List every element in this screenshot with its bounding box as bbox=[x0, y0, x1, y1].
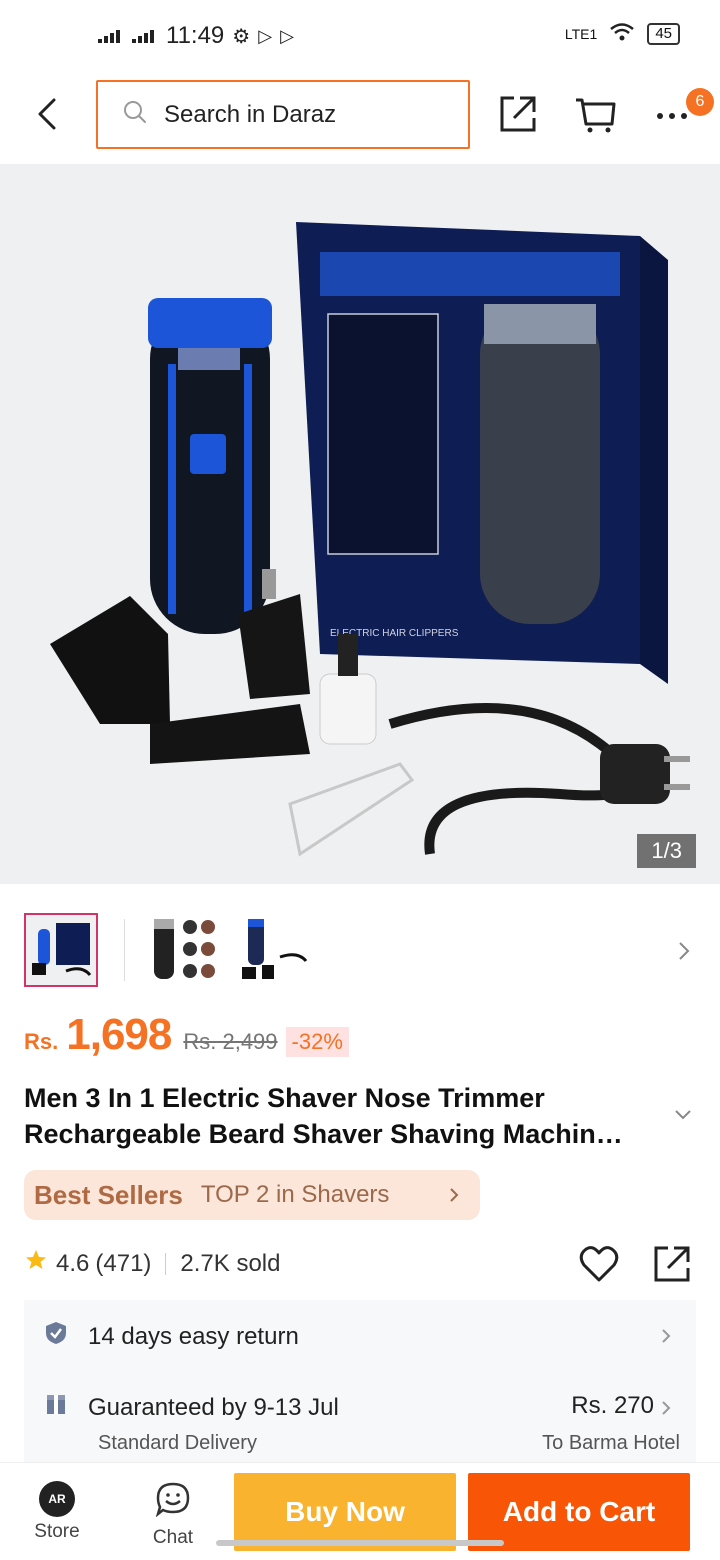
wifi-icon bbox=[609, 22, 635, 45]
price-row: Rs. 1,698 Rs. 2,499 -32% bbox=[24, 1010, 349, 1060]
star-icon bbox=[24, 1248, 48, 1279]
store-label: Store bbox=[34, 1521, 80, 1542]
delivery-guarantee: Guaranteed by 9-13 Jul bbox=[88, 1393, 339, 1421]
delivery-row[interactable]: Guaranteed by 9-13 Jul bbox=[44, 1392, 339, 1423]
best-sellers-label: Best Sellers bbox=[34, 1179, 183, 1210]
delivery-destination: To Barma Hotel bbox=[542, 1432, 680, 1454]
service-info: 14 days easy return Guaranteed by 9-13 J… bbox=[24, 1300, 696, 1462]
share-icon[interactable] bbox=[652, 1244, 692, 1284]
thumbnail-1[interactable] bbox=[24, 913, 98, 987]
product-image[interactable]: ELECTRIC HAIR CLIPPERS 1/3 bbox=[0, 164, 720, 884]
signal-icon-2 bbox=[132, 29, 154, 43]
chat-label: Chat bbox=[152, 1527, 194, 1548]
search-placeholder: Search in Daraz bbox=[164, 100, 337, 128]
media-icon: ▷ bbox=[258, 25, 273, 46]
settings-icon: ⚙ bbox=[232, 25, 251, 48]
original-price: Rs. 2,499 bbox=[183, 1029, 278, 1054]
discount-badge: -32% bbox=[285, 1027, 349, 1057]
status-left: 11:49 ⚙ ▷ ▷ bbox=[98, 22, 294, 50]
top-bar: Search in Daraz 6 bbox=[0, 72, 720, 162]
cart-icon[interactable] bbox=[574, 92, 618, 136]
chevron-down-icon[interactable] bbox=[674, 1108, 692, 1122]
image-counter: 1/3 bbox=[637, 834, 696, 868]
return-policy-text: 14 days easy return bbox=[88, 1322, 299, 1350]
shield-icon bbox=[44, 1320, 68, 1353]
chat-button[interactable]: Chat bbox=[128, 1481, 218, 1549]
rating-count: (471) bbox=[95, 1249, 152, 1277]
store-logo: AR bbox=[39, 1481, 75, 1517]
delivery-box-icon bbox=[44, 1392, 68, 1423]
chevron-right-icon bbox=[448, 1187, 460, 1203]
product-illustration: ELECTRIC HAIR CLIPPERS bbox=[0, 164, 720, 884]
divider bbox=[165, 1252, 167, 1275]
product-title: Men 3 In 1 Electric Shaver Nose Trimmer … bbox=[24, 1083, 623, 1149]
thumbnail-3[interactable] bbox=[236, 913, 310, 987]
delivery-fee: Rs. 270 bbox=[571, 1392, 654, 1419]
search-input[interactable]: Search in Daraz bbox=[96, 80, 470, 149]
rating-score: 4.6 bbox=[56, 1249, 90, 1277]
chat-icon bbox=[155, 1481, 191, 1523]
media-icon-2: ▷ bbox=[280, 25, 294, 46]
back-icon[interactable] bbox=[30, 94, 70, 134]
heart-icon[interactable] bbox=[578, 1244, 620, 1284]
thumbnail-strip bbox=[24, 913, 720, 989]
rating-row[interactable]: 4.6 (471) 2.7K sold bbox=[24, 1248, 280, 1279]
home-indicator[interactable] bbox=[216, 1540, 504, 1546]
best-sellers-rank: TOP 2 in Shavers bbox=[200, 1181, 390, 1208]
chevron-right-icon bbox=[660, 1400, 672, 1416]
delivery-type: Standard Delivery bbox=[98, 1432, 257, 1454]
chevron-right-icon bbox=[660, 1328, 672, 1344]
status-time: 11:49 bbox=[166, 22, 225, 49]
return-policy-row[interactable]: 14 days easy return bbox=[44, 1320, 299, 1353]
status-bar: 11:49 ⚙ ▷ ▷ LTE1 45 bbox=[0, 0, 720, 72]
price-currency: Rs. bbox=[24, 1029, 59, 1054]
share-icon[interactable] bbox=[496, 92, 540, 136]
battery-indicator: 45 bbox=[647, 22, 680, 45]
sold-count: 2.7K sold bbox=[180, 1249, 281, 1277]
search-icon bbox=[122, 99, 148, 130]
chevron-right-icon[interactable] bbox=[676, 941, 692, 961]
thumbnail-2[interactable] bbox=[146, 913, 220, 987]
cart-badge: 6 bbox=[686, 88, 714, 116]
signal-icon bbox=[98, 29, 120, 43]
network-label: LTE1 bbox=[564, 25, 598, 42]
store-button[interactable]: AR Store bbox=[12, 1481, 102, 1543]
best-sellers-banner[interactable]: Best Sellers TOP 2 in Shavers bbox=[24, 1170, 480, 1220]
price-value: 1,698 bbox=[66, 1010, 172, 1059]
status-right: LTE1 45 bbox=[565, 22, 680, 45]
thumbnail-separator bbox=[124, 919, 125, 981]
bottom-action-bar: AR Store Chat Buy Now Add to Cart bbox=[0, 1462, 720, 1560]
